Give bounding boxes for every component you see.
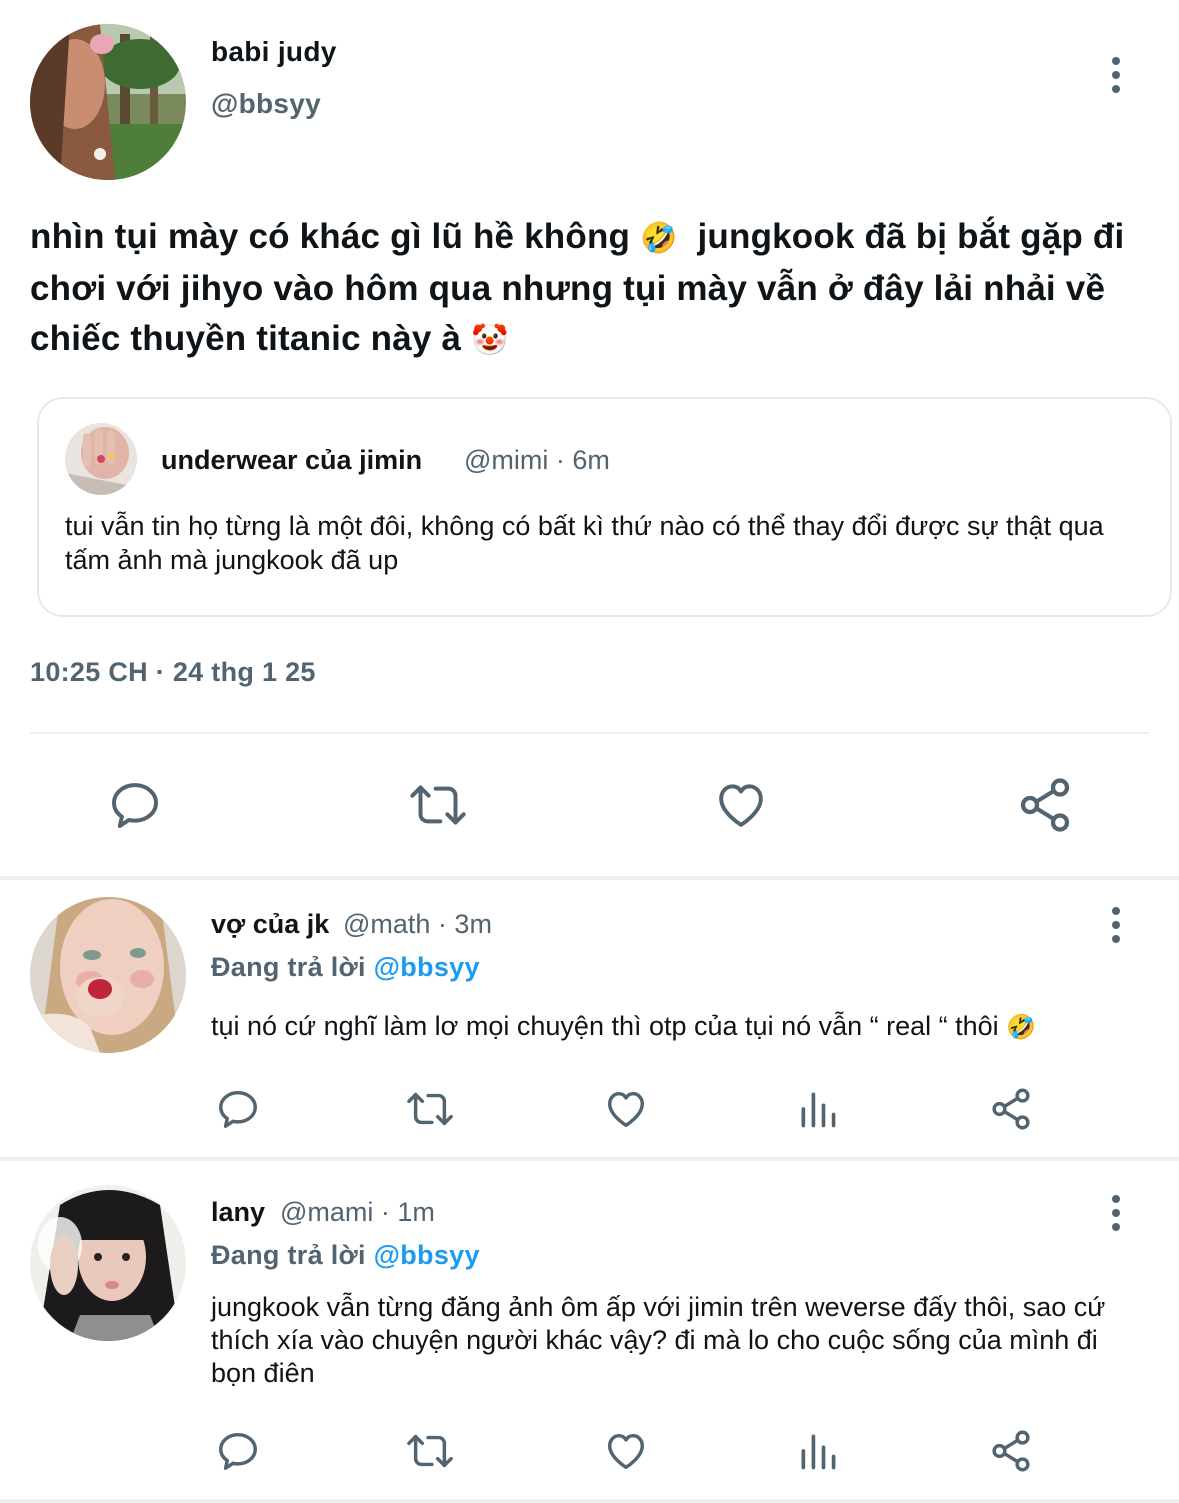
retweet-icon <box>410 785 466 825</box>
section-divider <box>0 1157 1179 1161</box>
retweet-button[interactable] <box>400 772 476 838</box>
reply-author-name[interactable]: lany <box>211 1197 265 1228</box>
dot <box>1112 57 1120 65</box>
retweet-button[interactable] <box>400 1425 460 1477</box>
share-icon <box>992 1430 1030 1472</box>
reply-icon <box>112 783 158 828</box>
clown-emoji: 🤡 <box>471 323 509 357</box>
reply-avatar[interactable] <box>30 1185 186 1341</box>
more-options-button[interactable] <box>1096 1183 1136 1243</box>
author-handle[interactable]: @bbsyy <box>211 88 321 120</box>
like-icon <box>607 1091 645 1128</box>
share-button[interactable] <box>985 1425 1037 1477</box>
reply-author-name[interactable]: vợ của jk <box>211 909 329 940</box>
quoted-meta: @mimi · 6m <box>464 445 610 475</box>
like-icon <box>719 784 763 827</box>
reply-text: tụi nó cứ nghĩ làm lơ mọi chuyện thì otp… <box>211 1010 1151 1044</box>
tweet-text-part-1: nhìn tụi mày có khác gì lũ hề không <box>30 217 631 256</box>
replying-to-label: Đang trả lời <box>211 1240 366 1270</box>
dot <box>1112 1195 1120 1203</box>
quoted-avatar[interactable] <box>65 423 137 495</box>
retweet-icon <box>407 1092 453 1126</box>
reply-icon <box>219 1090 257 1128</box>
tweet-timestamp[interactable]: 10:25 CH · 24 thg 1 25 <box>30 657 316 688</box>
like-button[interactable] <box>598 1083 654 1135</box>
author-name[interactable]: babi judy <box>211 36 337 68</box>
retweet-icon <box>407 1434 453 1468</box>
views-button[interactable] <box>792 1083 844 1135</box>
avatar[interactable] <box>30 24 186 180</box>
like-button[interactable] <box>706 772 776 838</box>
like-button[interactable] <box>598 1425 654 1477</box>
dot <box>1112 921 1120 929</box>
share-button[interactable] <box>985 1083 1037 1135</box>
reply-meta: @math · 3m <box>343 909 492 939</box>
analytics-icon <box>801 1434 836 1470</box>
retweet-button[interactable] <box>400 1083 460 1135</box>
reply-button[interactable] <box>210 1425 266 1477</box>
dot <box>1112 71 1120 79</box>
share-icon <box>1020 778 1070 832</box>
dot <box>1112 1209 1120 1217</box>
replying-to: Đang trả lời @bbsyy <box>211 952 480 983</box>
quoted-author-name[interactable]: underwear của jimin <box>161 445 422 476</box>
reply-button[interactable] <box>210 1083 266 1135</box>
replying-to: Đang trả lời @bbsyy <box>211 1240 480 1271</box>
replying-to-label: Đang trả lời <box>211 952 366 982</box>
section-divider <box>0 876 1179 880</box>
like-icon <box>607 1433 645 1470</box>
rofl-emoji: 🤣 <box>1006 1014 1037 1042</box>
reply-text-body: tụi nó cứ nghĩ làm lơ mọi chuyện thì otp… <box>211 1011 999 1041</box>
reply-button[interactable] <box>100 772 170 838</box>
views-button[interactable] <box>792 1425 844 1477</box>
reply-icon <box>219 1432 257 1470</box>
share-icon <box>992 1088 1030 1130</box>
dot <box>1112 935 1120 943</box>
quoted-text: tui vẫn tin họ từng là một đôi, không có… <box>65 511 1104 575</box>
replying-to-handle[interactable]: @bbsyy <box>374 1240 480 1270</box>
more-options-button[interactable] <box>1096 45 1136 105</box>
analytics-icon <box>801 1092 836 1128</box>
quoted-tweet[interactable]: underwear của jimin @mimi · 6m tui vẫn t… <box>37 397 1172 617</box>
reply-text: jungkook vẫn từng đăng ảnh ôm ấp với jim… <box>211 1292 1106 1388</box>
share-button[interactable] <box>1010 772 1080 838</box>
reply-meta: @mami · 1m <box>280 1197 435 1227</box>
replying-to-handle[interactable]: @bbsyy <box>374 952 480 982</box>
dot <box>1112 85 1120 93</box>
section-divider <box>0 1499 1179 1503</box>
more-options-button[interactable] <box>1096 895 1136 955</box>
tweet-text: nhìn tụi mày có khác gì lũ hề không 🤣 ju… <box>30 212 1170 366</box>
dot <box>1112 1223 1120 1231</box>
dot <box>1112 907 1120 915</box>
reply-avatar[interactable] <box>30 897 186 1053</box>
rofl-emoji: 🤣 <box>640 221 678 255</box>
divider <box>30 732 1149 734</box>
